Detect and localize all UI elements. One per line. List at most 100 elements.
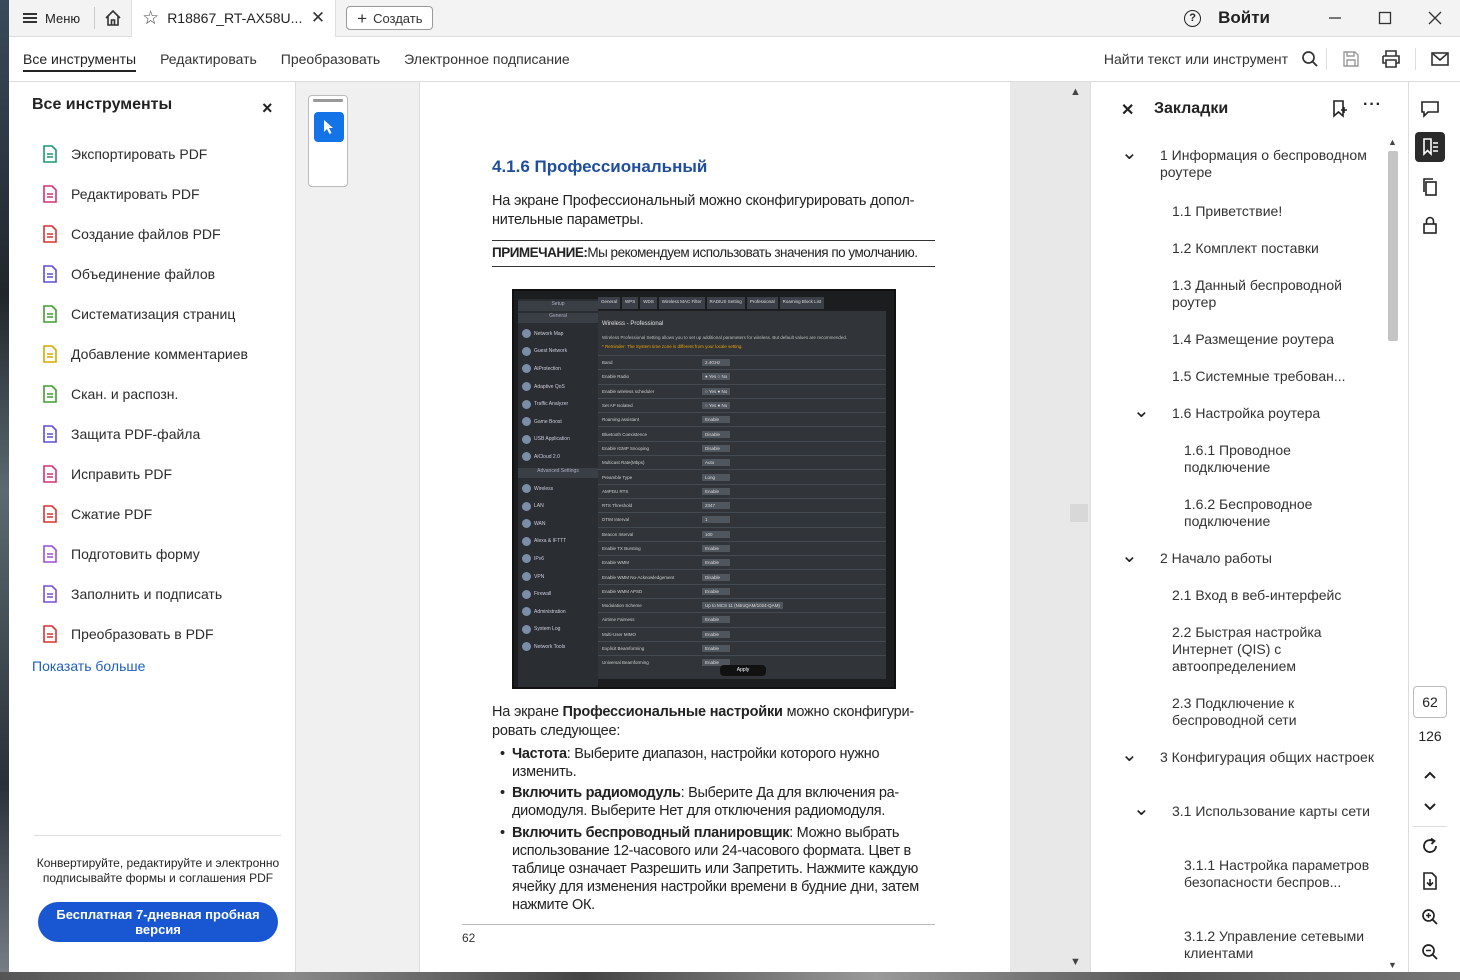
bookmarks-button[interactable] — [1415, 132, 1445, 162]
bookmark-item[interactable]: 3.1.1 Настройка параметров безопасности … — [1184, 857, 1377, 891]
bookmark-item[interactable]: 3.1 Использование карты сети — [1172, 803, 1377, 820]
setting-name: Enable IGMP Snooping — [602, 445, 649, 451]
bookmark-item[interactable]: 1.2 Комплект поставки — [1172, 240, 1377, 257]
screenshot-sidebar-item: Adaptive QoS — [518, 378, 598, 396]
find-tool-label[interactable]: Найти текст или инструмент — [1104, 51, 1288, 67]
setting-value: Enable — [702, 587, 730, 595]
close-window-button[interactable] — [1410, 0, 1460, 37]
panel-splitter[interactable] — [1070, 504, 1088, 522]
chevron-down-icon[interactable]: ⌄ — [1121, 546, 1138, 566]
select-tool-button[interactable] — [314, 112, 344, 142]
bookmark-item[interactable]: 1.6.2 Беспроводное подключение — [1184, 496, 1377, 530]
tool-item[interactable]: Сжатие PDF — [41, 494, 248, 534]
tool-item[interactable]: Скан. и распозн. — [41, 374, 248, 414]
tool-item[interactable]: Экспортировать PDF — [41, 134, 248, 174]
home-button[interactable] — [95, 0, 131, 37]
scroll-up-icon[interactable]: ▲ — [1388, 137, 1397, 147]
tool-item[interactable]: Объединение файлов — [41, 254, 248, 294]
tool-item[interactable]: Заполнить и подписать — [41, 574, 248, 614]
scroll-up-icon[interactable]: ▲ — [1070, 86, 1081, 98]
scan-ocr-icon — [43, 385, 57, 403]
setting-name: Band — [602, 360, 613, 366]
bookmark-item[interactable]: 1.6 Настройка роутера — [1172, 405, 1377, 422]
close-tools-panel-icon[interactable]: × — [262, 98, 273, 119]
tool-item[interactable]: Редактировать PDF — [41, 174, 248, 214]
tab-convert[interactable]: Преобразовать — [269, 37, 392, 82]
close-tab-icon[interactable]: ✕ — [311, 8, 325, 28]
bookmark-item[interactable]: 1.1 Приветствие! — [1172, 203, 1377, 220]
bookmark-item[interactable]: 2.2 Быстрая настройка Интернет (QIS) с а… — [1172, 624, 1377, 675]
show-more-link[interactable]: Показать больше — [32, 658, 145, 674]
bookmark-item[interactable]: 2.1 Вход в веб-интерфейс — [1172, 587, 1377, 604]
bookmark-item[interactable]: 3.1.2 Управление сетевыми клиентами — [1184, 928, 1377, 962]
search-button[interactable] — [1298, 37, 1322, 82]
add-bookmark-button[interactable] — [1331, 100, 1347, 121]
comments-button[interactable] — [1415, 94, 1445, 124]
zoom-in-button[interactable] — [1415, 902, 1445, 932]
tool-item[interactable]: Исправить PDF — [41, 454, 248, 494]
minimize-button[interactable] — [1310, 0, 1360, 37]
maximize-button[interactable] — [1360, 0, 1410, 37]
star-icon[interactable]: ☆ — [142, 9, 159, 28]
tool-item[interactable]: Подготовить форму — [41, 534, 248, 574]
next-page-button[interactable] — [1415, 792, 1445, 822]
current-page-input[interactable]: 62 — [1413, 686, 1447, 718]
screenshot-setting-row: Preamble Type Long — [598, 469, 886, 483]
tool-item[interactable]: Защита PDF-файла — [41, 414, 248, 454]
export-pdf-icon — [43, 145, 57, 163]
bookmarks-scrollbar[interactable]: ▲ ▼ — [1387, 137, 1399, 972]
tool-item[interactable]: Добавление комментариев — [41, 334, 248, 374]
setting-name: Universal Beamforming — [602, 660, 649, 666]
all-tools-panel: Все инструменты × Экспортировать PDF Реда… — [9, 82, 296, 972]
pages-button[interactable] — [1415, 172, 1445, 202]
chevron-down-icon[interactable]: ⌄ — [1121, 745, 1138, 765]
convert-pdf-icon — [43, 625, 57, 643]
screenshot-setting-row: Beacon Interval 100 — [598, 526, 886, 541]
scroll-down-icon[interactable]: ▼ — [1388, 960, 1397, 970]
close-bookmarks-icon[interactable]: ✕ — [1121, 100, 1134, 120]
bookmark-item[interactable]: 1 Информация о беспроводном роутере — [1160, 147, 1377, 181]
menu-button[interactable]: Меню — [9, 0, 94, 37]
save-button[interactable] — [1331, 37, 1371, 82]
help-icon[interactable]: ? — [1184, 9, 1202, 27]
bookmark-item[interactable]: 2 Начало работы — [1160, 550, 1377, 567]
drag-handle[interactable] — [313, 99, 343, 102]
email-icon — [1431, 52, 1449, 66]
screenshot-setting-row: Enable WMM No-Acknowledgement Disable — [598, 569, 886, 583]
sign-in-button[interactable]: Войти — [1218, 8, 1270, 28]
tab-edit[interactable]: Редактировать — [148, 37, 269, 82]
tab-e-sign[interactable]: Электронное подписание — [392, 37, 582, 82]
bookmark-item[interactable]: 3 Конфигурация общих настроек — [1160, 749, 1377, 766]
protect-button[interactable] — [1415, 210, 1445, 240]
bookmark-item[interactable]: 1.4 Размещение роутера — [1172, 331, 1377, 348]
refresh-button[interactable] — [1415, 831, 1445, 861]
document-tab[interactable]: ☆ R18867_RT-AX58U... ✕ — [131, 0, 337, 37]
free-trial-button[interactable]: Бесплатная 7-дневная пробная версия — [38, 902, 278, 942]
email-button[interactable] — [1420, 37, 1460, 82]
bookmark-item[interactable]: 1.6.1 Проводное подключение — [1184, 442, 1377, 476]
bookmark-item[interactable]: 1.5 Системные требован... — [1172, 368, 1377, 385]
scroll-down-icon[interactable]: ▼ — [1070, 956, 1081, 968]
scrollbar-thumb[interactable] — [1388, 151, 1398, 341]
chevron-down-icon[interactable]: ⌄ — [1121, 143, 1138, 163]
zoom-out-button[interactable] — [1415, 937, 1445, 967]
screenshot-sidebar-label: VPN — [534, 573, 545, 580]
chevron-down-icon[interactable]: ⌄ — [1133, 799, 1150, 819]
bookmark-item[interactable]: 2.3 Подключение к беспроводной сети — [1172, 695, 1377, 729]
more-options-icon[interactable]: ··· — [1363, 96, 1382, 114]
quick-tools-frame — [308, 95, 348, 187]
chevron-down-icon[interactable]: ⌄ — [1133, 401, 1150, 421]
document-scrollbar[interactable]: ▲ ▼ — [1067, 82, 1085, 972]
bookmark-item[interactable]: 1.3 Данный беспроводной роутер — [1172, 277, 1377, 311]
tool-item[interactable]: Преобразовать в PDF — [41, 614, 248, 654]
tool-item[interactable]: Создание файлов PDF — [41, 214, 248, 254]
print-button[interactable] — [1371, 37, 1411, 82]
tab-all-tools[interactable]: Все инструменты — [11, 37, 148, 82]
screenshot-tab: General — [598, 297, 621, 309]
page-settings-button[interactable] — [1415, 866, 1445, 896]
create-button[interactable]: + Создать — [346, 6, 434, 30]
previous-page-button[interactable] — [1415, 760, 1445, 790]
setting-name: Enable TX Bursting — [602, 546, 641, 551]
setting-name: Explicit Beamforming — [602, 646, 645, 652]
tool-item[interactable]: Систематизация страниц — [41, 294, 248, 334]
